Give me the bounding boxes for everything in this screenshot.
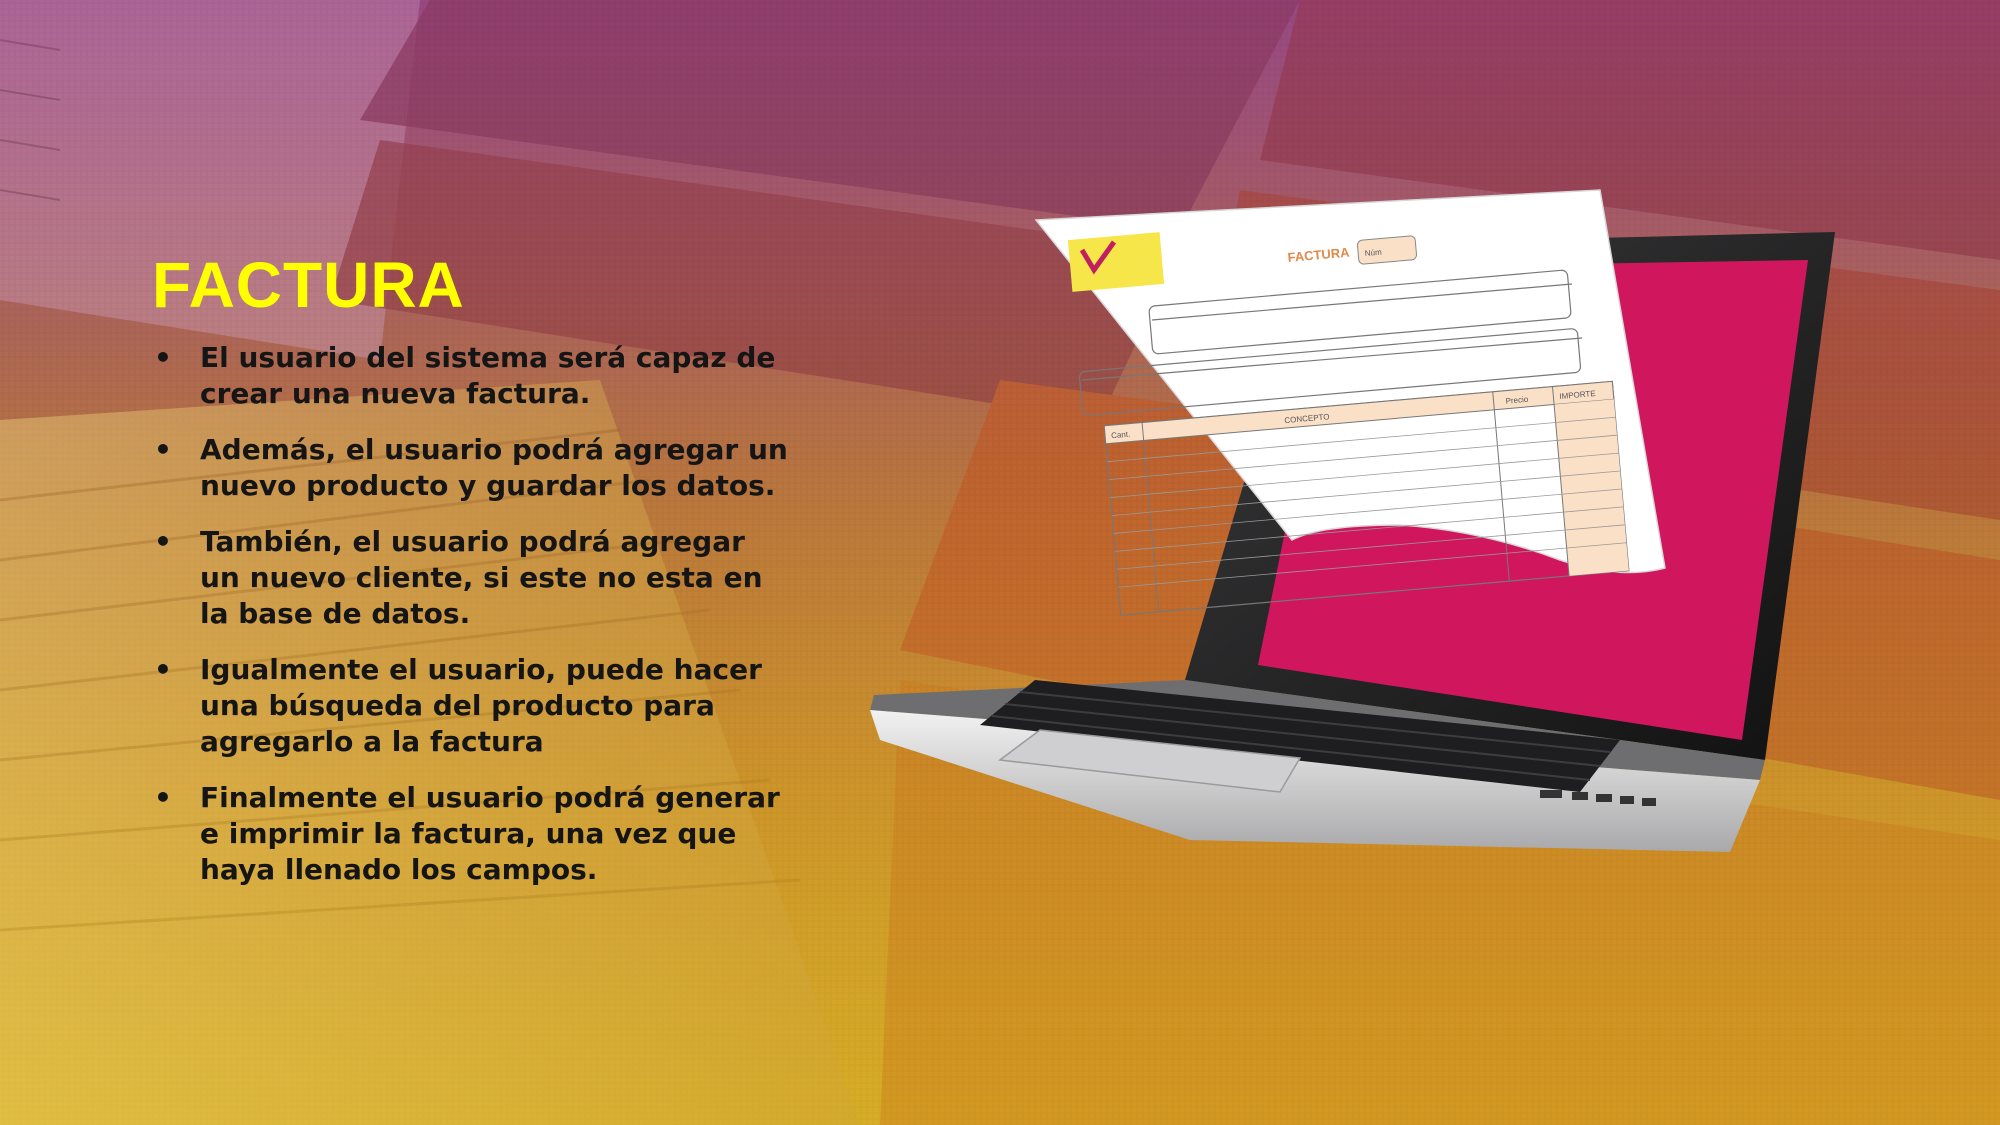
bullet-item-2: • Además, el usuario podrá agregar un nu… [150,432,790,504]
bullet-item-5: • Finalmente el usuario podrá generar e … [150,780,790,888]
slide-title: FACTURA [152,249,465,321]
bullet-item-1: • El usuario del sistema será capaz de c… [150,340,790,412]
bullet-text: Igualmente el usuario, puede hacer una b… [200,653,762,758]
bullet-icon: • [154,341,172,374]
bullet-text: También, el usuario podrá agregar un nue… [200,525,763,630]
invoice-col-cant: Cant. [1111,430,1131,441]
laptop-icon: FACTURA Núm Cant. CONCEPTO Precio IMPORT… [870,189,1835,852]
bullet-icon: • [154,433,172,466]
slide: FACTURA • El usuario del sistema será ca… [0,0,2000,1125]
bullet-icon: • [154,653,172,686]
bullet-item-4: • Igualmente el usuario, puede hacer una… [150,652,790,760]
bullet-item-3: • También, el usuario podrá agregar un n… [150,524,790,632]
bullet-list: • El usuario del sistema será capaz de c… [150,340,790,908]
bullet-icon: • [154,525,172,558]
bullet-icon: • [154,781,172,814]
bullet-text: Además, el usuario podrá agregar un nuev… [200,433,788,502]
bullet-text: Finalmente el usuario podrá generar e im… [200,781,780,886]
bullet-text: El usuario del sistema será capaz de cre… [200,341,776,410]
invoice-num-label: Núm [1364,248,1382,258]
